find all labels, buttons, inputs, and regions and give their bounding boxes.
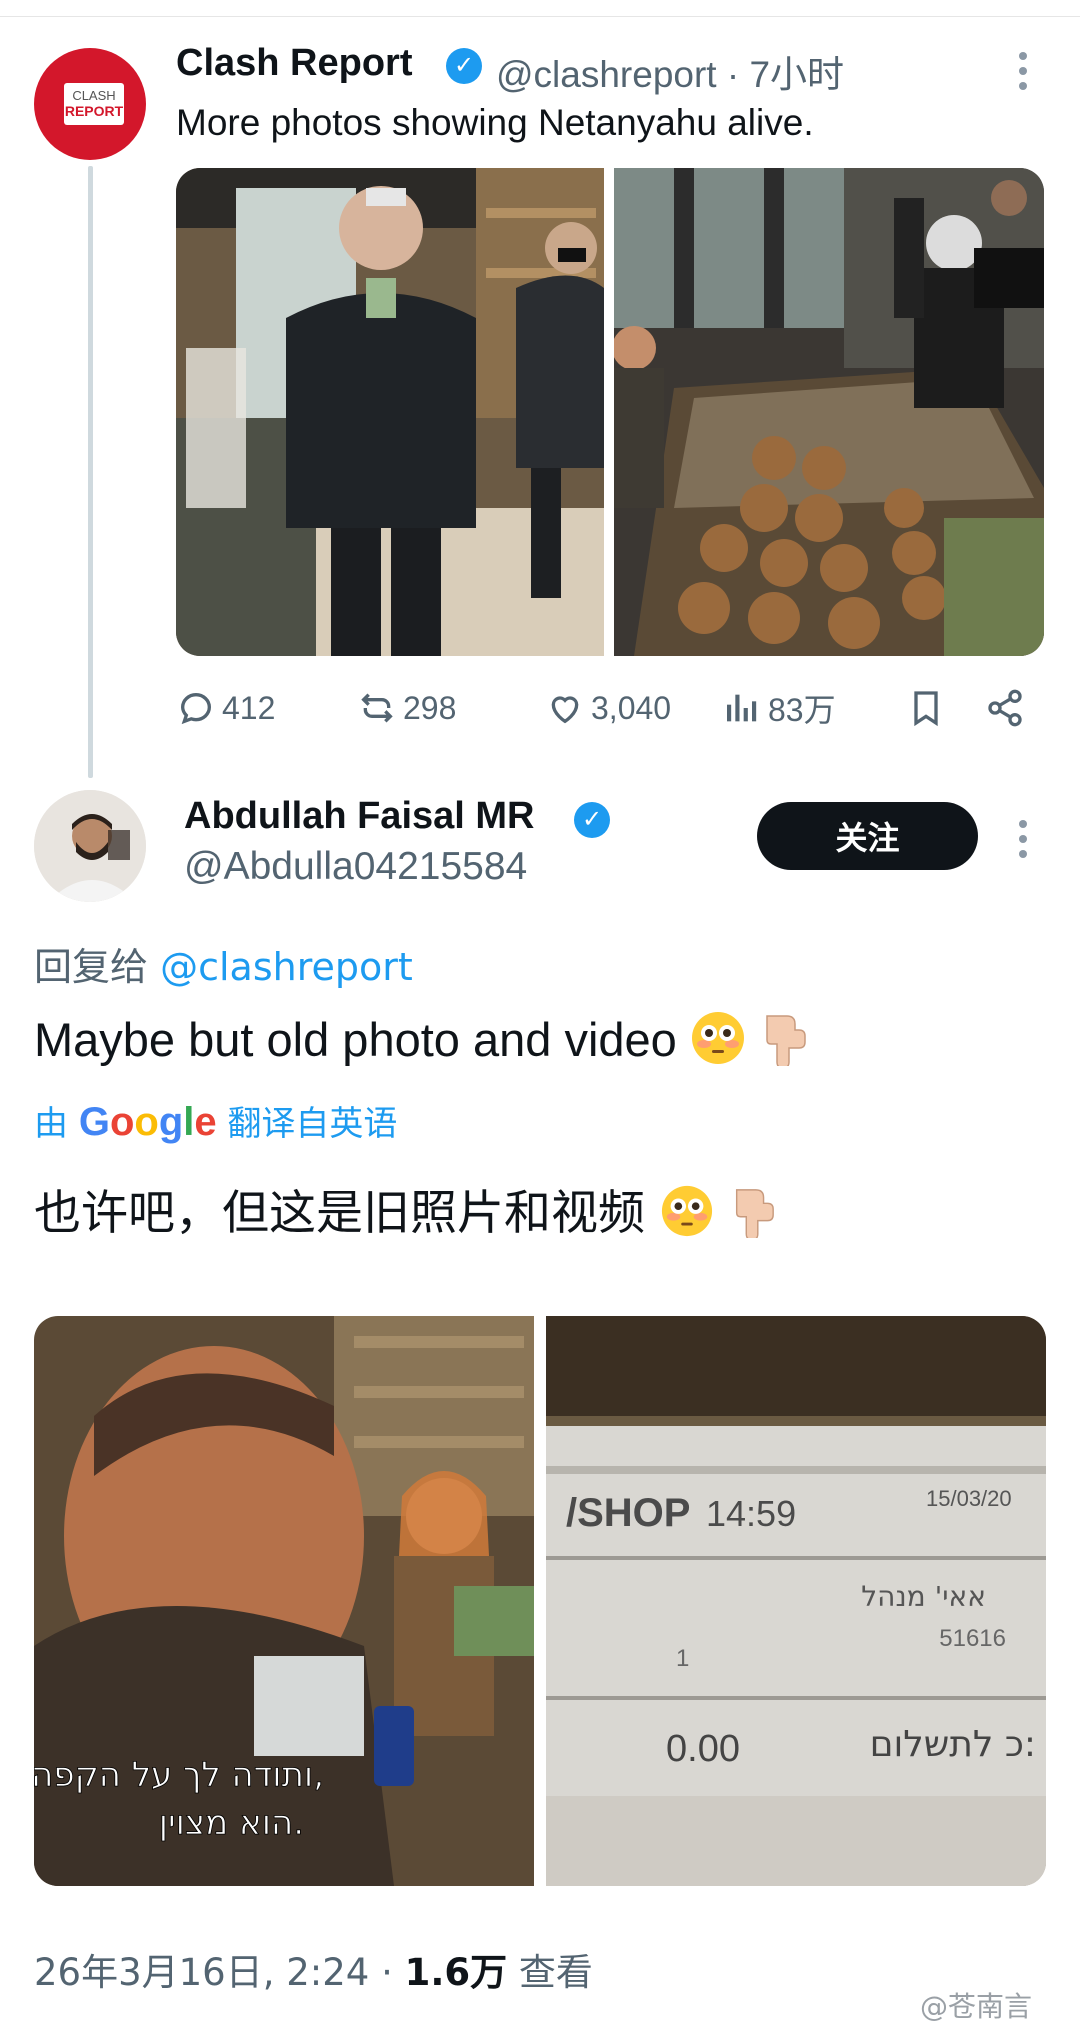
parent-photo-2[interactable] <box>614 168 1044 656</box>
like-icon <box>551 696 579 724</box>
flushed-face-emoji <box>660 1184 714 1250</box>
more-icon[interactable] <box>1017 820 1029 865</box>
parent-handle-time[interactable]: @clashreport · 7小时 <box>496 44 844 98</box>
parent-author-name[interactable]: Clash Report <box>176 42 412 85</box>
more-icon[interactable] <box>1017 52 1029 97</box>
tweet-timestamp: 26年3月16日, 2:24 · 1.6万 查看 <box>34 1942 593 1996</box>
bookmark-icon <box>914 691 938 727</box>
replying-to: 回复给 @clashreport <box>34 936 413 991</box>
clash-report-avatar[interactable]: CLASH REPORT <box>34 48 146 160</box>
reply-author-name[interactable]: Abdullah Faisal MR <box>184 795 534 838</box>
receipt-shop: /SHOP <box>566 1491 690 1535</box>
clash-report-logo: CLASH REPORT <box>64 83 124 125</box>
views-icon <box>727 694 757 722</box>
translation-note[interactable]: 由 Google 翻译自英语 <box>34 1096 397 1145</box>
reply-video-1[interactable]: ותודה לך על הקפה, הוא מצוין. <box>34 1316 534 1886</box>
reply-count: 412 <box>222 689 276 726</box>
views-label: 查看 <box>507 1951 593 1994</box>
receipt-total-value: 0.00 <box>666 1728 740 1770</box>
follow-button[interactable]: 关注 <box>757 802 978 870</box>
reply-text: Maybe but old photo and video <box>34 1012 677 1066</box>
abdullah-avatar[interactable] <box>34 790 146 902</box>
translate-suffix: 翻译自英语 <box>227 1104 398 1144</box>
receipt-total-label: כ לתשלום: <box>870 1724 1036 1765</box>
share-action[interactable] <box>985 688 1025 728</box>
verified-icon: ✓ <box>574 802 610 838</box>
reply-author-handle[interactable]: @Abdulla04215584 <box>184 845 527 889</box>
views-action[interactable]: 83万 <box>722 688 836 728</box>
thread-line <box>88 166 93 778</box>
flushed-face-emoji <box>690 1010 746 1077</box>
top-divider <box>0 16 1080 17</box>
pointing-down-emoji <box>759 1010 809 1077</box>
reply-action[interactable]: 412 <box>176 688 275 728</box>
repost-icon <box>361 693 393 723</box>
views-total: 1.6万 <box>404 1951 508 1994</box>
share-icon <box>988 689 1022 727</box>
receipt-time: 14:59 <box>706 1493 796 1534</box>
translated-text: 也许吧，但这是旧照片和视频 <box>34 1174 777 1250</box>
parent-photo-1[interactable] <box>176 168 604 656</box>
bookmark-action[interactable] <box>906 688 946 728</box>
like-count: 3,040 <box>591 689 672 726</box>
receipt-line-code: 51616 <box>939 1625 1006 1652</box>
reply-tweet-text: Maybe but old photo and video <box>34 1010 809 1077</box>
receipt-date: 15/03/20 <box>926 1486 1012 1511</box>
weibo-watermark: @苍南言 <box>920 1990 1033 2023</box>
pointing-down-emoji <box>729 1184 777 1250</box>
translate-by: 由 <box>34 1104 68 1144</box>
like-action[interactable]: 3,040 <box>545 688 671 728</box>
reply-icon <box>180 692 212 725</box>
reply-video-2[interactable]: /SHOP 14:59 15/03/20 אאי' מנהל 51616 1 0… <box>546 1316 1046 1886</box>
reply-prefix: 回复给 <box>34 945 149 989</box>
video-caption-line2: הוא מצוין. <box>159 1803 304 1843</box>
translated-text-content: 也许吧，但这是旧照片和视频 <box>34 1186 645 1241</box>
parent-tweet-text: More photos showing Netanyahu alive. <box>176 102 814 143</box>
timestamp-date: 26年3月16日, 2:24 · <box>34 1951 405 1994</box>
reply-mention-link[interactable]: @clashreport <box>160 945 413 989</box>
receipt-qty: 1 <box>676 1645 689 1672</box>
verified-icon: ✓ <box>446 48 482 84</box>
receipt-line-name: אאי' מנהל <box>861 1580 986 1613</box>
repost-count: 298 <box>403 689 457 726</box>
views-count: 83万 <box>768 692 836 728</box>
google-logo: Google <box>78 1100 217 1144</box>
video-caption-line1: ותודה לך על הקפה, <box>34 1755 324 1795</box>
repost-action[interactable]: 298 <box>357 688 456 728</box>
